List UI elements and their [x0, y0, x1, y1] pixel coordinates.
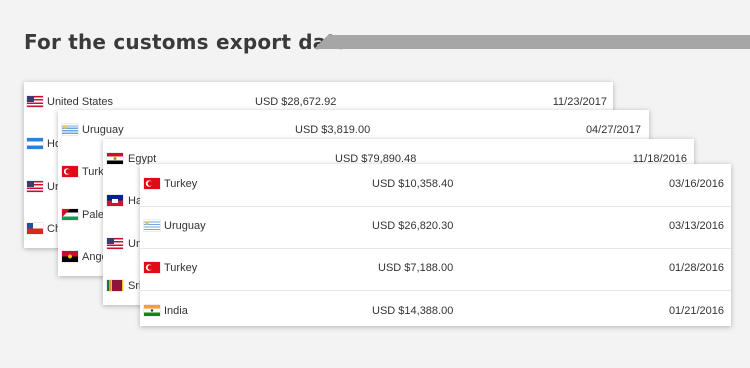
tr-flag-icon	[144, 178, 160, 189]
amount-value: USD $26,820.30	[372, 220, 454, 232]
export-record-card: Turkey USD $10,358.40 03/16/2016 Uruguay…	[140, 164, 731, 326]
header-decorative-bar	[314, 35, 750, 49]
amount-value: USD $3,819.00	[295, 124, 371, 136]
lk-flag-icon	[107, 280, 123, 291]
amount-value: USD $14,388.00	[372, 305, 454, 317]
country-name: Uruguay	[82, 124, 124, 136]
ht-flag-icon	[107, 195, 123, 206]
country-name: India	[164, 305, 188, 317]
date-value: 03/16/2016	[668, 178, 724, 190]
hn-flag-icon	[27, 138, 43, 149]
ps-flag-icon	[62, 209, 78, 220]
table-row[interactable]: India USD $14,388.00 01/21/2016	[140, 291, 731, 326]
amount-value: USD $28,672.92	[255, 96, 337, 108]
amount-value: USD $10,358.40	[372, 178, 454, 190]
date-value: 03/13/2016	[668, 220, 724, 232]
date-value: 04/27/2017	[585, 124, 641, 136]
ao-flag-icon	[62, 251, 78, 262]
uy-flag-icon	[144, 220, 160, 231]
table-row[interactable]: Turkey USD $7,188.00 01/28/2016	[140, 248, 731, 290]
table-row[interactable]: Uruguay USD $26,820.30 03/13/2016	[140, 206, 731, 248]
country-name: United States	[47, 96, 114, 108]
tr-flag-icon	[62, 166, 78, 177]
country-name: Turk	[82, 166, 104, 178]
date-value: 01/28/2016	[668, 262, 724, 274]
page-title: For the customs export data	[24, 30, 350, 54]
uy-flag-icon	[62, 124, 78, 135]
us-flag-icon	[27, 96, 43, 107]
amount-value: USD $7,188.00	[378, 262, 454, 274]
cl-flag-icon	[27, 223, 43, 234]
date-value: 01/21/2016	[668, 305, 724, 317]
table-row[interactable]: Turkey USD $10,358.40 03/16/2016	[140, 164, 731, 206]
us-flag-icon	[107, 238, 123, 249]
country-name: Turkey	[164, 178, 198, 190]
country-name: Turkey	[164, 262, 198, 274]
date-value: 11/23/2017	[552, 96, 607, 108]
us-flag-icon	[27, 181, 43, 192]
in-flag-icon	[144, 305, 160, 316]
eg-flag-icon	[107, 153, 123, 164]
country-name: Uruguay	[164, 220, 206, 232]
tr-flag-icon	[144, 262, 160, 273]
